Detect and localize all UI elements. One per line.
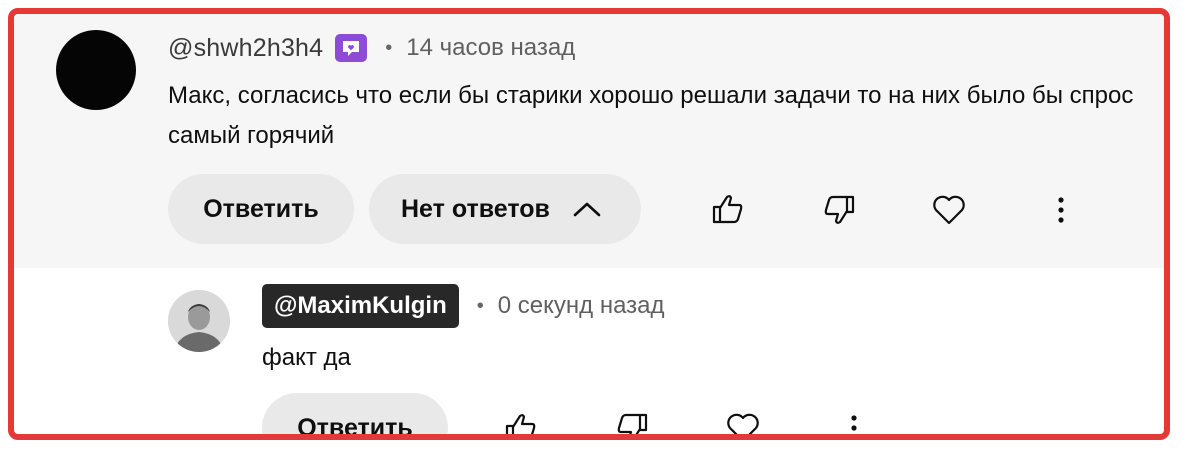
comment-thread-highlight: @shwh2h3h4 • 14 часов назад Макс, соглас… [8,8,1170,440]
reply-heart-button[interactable] [721,406,765,434]
comment-text: Макс, согласись что если бы старики хоро… [168,82,1134,149]
thumbs-down-icon [617,413,648,434]
heart-icon [933,195,965,225]
replies-toggle-button[interactable]: Нет ответов [369,174,641,244]
reply-more-actions-button[interactable] [832,406,876,434]
heart-icon [727,413,759,434]
reply-button-label: Ответить [203,194,319,223]
reply-dislike-button[interactable] [610,406,654,434]
thumbs-down-icon [824,195,855,224]
reply-button-label: Ответить [297,413,413,440]
thumbs-up-icon [505,414,536,434]
reply-text: факт да [262,344,351,371]
reply-like-button[interactable] [499,406,543,434]
meta-separator: • [476,294,484,317]
membership-heart-badge-icon [335,34,368,62]
heart-button[interactable] [927,188,971,232]
author-handle[interactable]: @shwh2h3h4 [168,34,323,63]
channel-owner-handle[interactable]: @MaximKulgin [262,284,459,328]
page-edge [1184,0,1200,465]
reply-timestamp[interactable]: 0 секунд назад [498,292,665,320]
more-actions-button[interactable] [1039,188,1083,232]
top-comment: @shwh2h3h4 • 14 часов назад Макс, соглас… [14,14,1164,268]
more-vert-icon [851,415,857,431]
author-avatar[interactable] [56,30,136,110]
dislike-button[interactable] [817,188,861,232]
more-vert-icon [1058,197,1064,223]
reply-header: @MaximKulgin • 0 секунд назад [262,284,665,328]
meta-separator: • [385,36,393,59]
like-button[interactable] [706,187,750,231]
comment-timestamp[interactable]: 14 часов назад [406,34,575,62]
reply-reply-button[interactable]: Ответить [262,393,448,440]
thumbs-up-icon [712,195,743,224]
replies-toggle-label: Нет ответов [401,194,550,223]
reply-author-avatar[interactable] [168,290,230,352]
chevron-up-icon [572,199,602,219]
reply-button[interactable]: Ответить [168,174,354,244]
comment-header: @shwh2h3h4 • 14 часов назад [168,31,575,65]
